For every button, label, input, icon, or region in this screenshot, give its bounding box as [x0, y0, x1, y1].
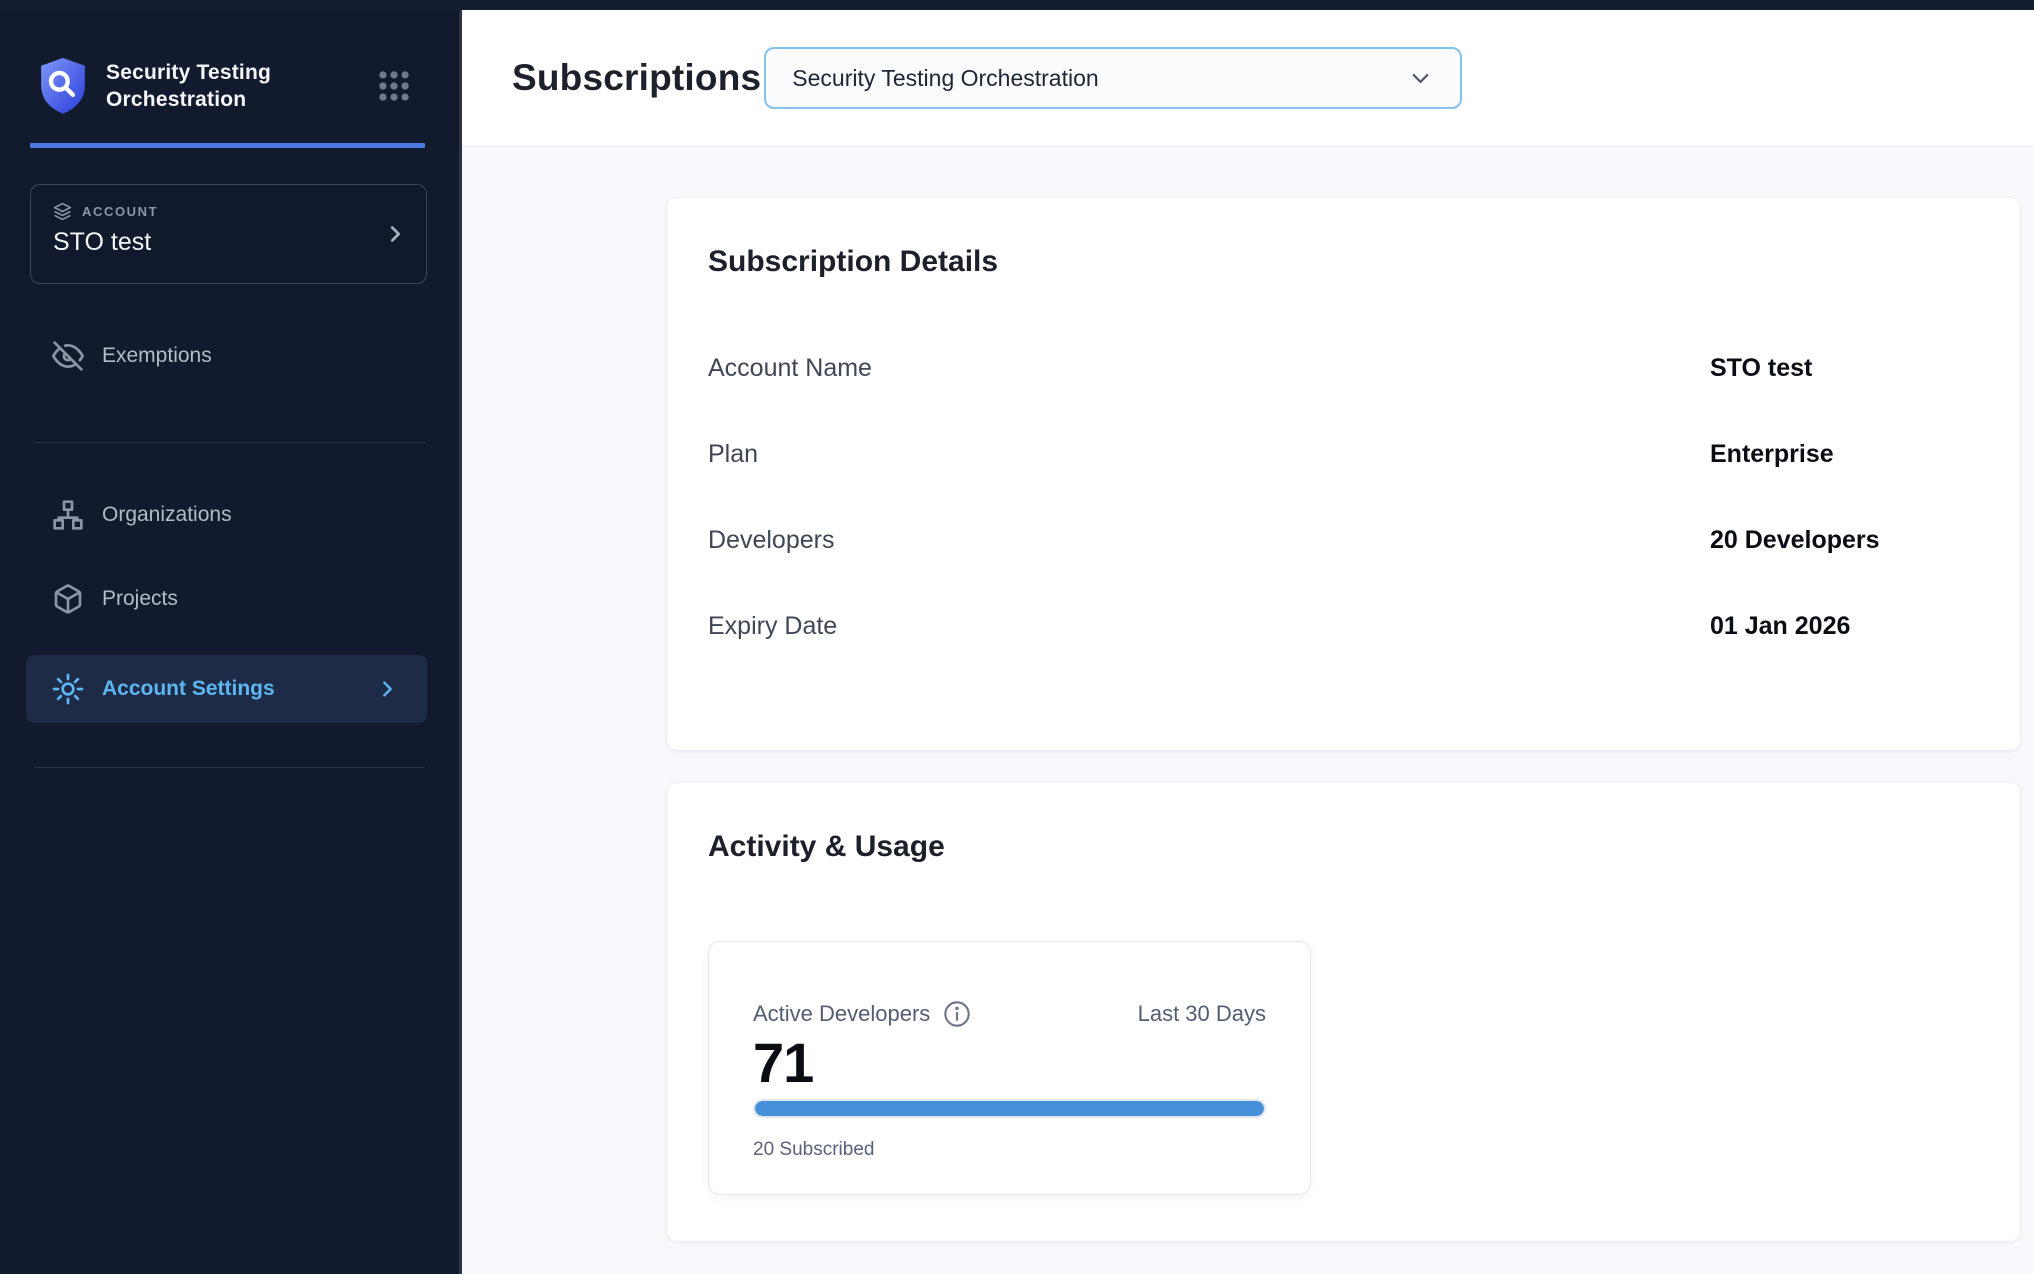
sto-shield-logo-icon — [38, 56, 88, 116]
sidebar-nav: Exemptions Organizations Projects — [0, 328, 459, 768]
detail-label: Developers — [708, 524, 1710, 556]
cube-icon — [52, 583, 84, 615]
chevron-right-icon — [384, 223, 406, 245]
product-logo-row: Security Testing Orchestration — [0, 10, 459, 116]
detail-value: STO test — [1710, 352, 2020, 384]
chevron-down-icon — [1407, 65, 1434, 92]
sidebar-item-label: Organizations — [102, 503, 232, 527]
detail-value: 01 Jan 2026 — [1710, 610, 2020, 642]
sidebar: Security Testing Orchestration ACCOUNT S… — [0, 10, 462, 1274]
logo-accent-underline — [30, 143, 425, 148]
detail-row-developers: Developers 20 Developers — [708, 524, 2020, 556]
detail-value: Enterprise — [1710, 438, 2020, 470]
subscription-details-title: Subscription Details — [708, 242, 2020, 282]
eye-off-icon — [52, 340, 84, 372]
page-header: Subscriptions Security Testing Orchestra… — [462, 10, 2034, 147]
sidebar-item-label: Projects — [102, 587, 178, 611]
page-title: Subscriptions — [512, 57, 761, 99]
module-selector-value: Security Testing Orchestration — [792, 65, 1098, 92]
metric-top-row: Active Developers Last 30 Days — [753, 1000, 1266, 1028]
app-root: Security Testing Orchestration ACCOUNT S… — [0, 10, 2034, 1274]
sidebar-item-label: Account Settings — [102, 677, 275, 701]
metric-period: Last 30 Days — [1138, 1001, 1266, 1027]
gear-icon — [52, 673, 84, 705]
page-content: Subscription Details Account Name STO te… — [462, 147, 2034, 1274]
sidebar-item-organizations[interactable]: Organizations — [0, 487, 459, 543]
detail-value: 20 Developers — [1710, 524, 2020, 556]
layers-icon — [53, 202, 72, 221]
account-label-row: ACCOUNT — [53, 202, 404, 221]
detail-row-expiry-date: Expiry Date 01 Jan 2026 — [708, 610, 2020, 642]
info-icon[interactable] — [943, 1000, 971, 1028]
sidebar-item-account-settings[interactable]: Account Settings — [26, 655, 427, 723]
sidebar-item-exemptions[interactable]: Exemptions — [0, 328, 459, 384]
subscription-details-card: Subscription Details Account Name STO te… — [667, 198, 2020, 750]
detail-label: Expiry Date — [708, 610, 1710, 642]
sidebar-divider — [34, 442, 425, 443]
active-developers-count: 71 — [753, 1033, 1266, 1093]
activity-usage-card: Activity & Usage Active Developers Last … — [667, 783, 2020, 1241]
active-developers-progress-fill — [755, 1101, 1264, 1116]
sidebar-divider — [34, 767, 425, 768]
module-selector-dropdown[interactable]: Security Testing Orchestration — [764, 47, 1462, 109]
active-developers-progress-track — [753, 1099, 1266, 1118]
subscribed-count: 20 Subscribed — [753, 1139, 1266, 1161]
account-scope-label: ACCOUNT — [82, 204, 158, 219]
detail-row-plan: Plan Enterprise — [708, 438, 2020, 470]
app-grid-icon[interactable] — [375, 67, 413, 105]
org-chart-icon — [52, 499, 84, 531]
subscription-detail-rows: Account Name STO test Plan Enterprise De… — [708, 352, 2020, 642]
sidebar-item-label: Exemptions — [102, 344, 212, 368]
account-name: STO test — [53, 228, 404, 257]
detail-row-account-name: Account Name STO test — [708, 352, 2020, 384]
detail-label: Account Name — [708, 352, 1710, 384]
chevron-right-icon — [371, 678, 403, 700]
detail-label: Plan — [708, 438, 1710, 470]
window-top-strip — [0, 0, 2034, 10]
main-area: Subscriptions Security Testing Orchestra… — [462, 10, 2034, 1274]
metric-label: Active Developers — [753, 1001, 930, 1027]
account-scope-card[interactable]: ACCOUNT STO test — [30, 184, 427, 284]
product-title: Security Testing Orchestration — [106, 59, 271, 113]
activity-usage-title: Activity & Usage — [708, 827, 2020, 867]
active-developers-metric-card: Active Developers Last 30 Days 71 20 Sub… — [708, 941, 1311, 1195]
sidebar-item-projects[interactable]: Projects — [0, 571, 459, 627]
